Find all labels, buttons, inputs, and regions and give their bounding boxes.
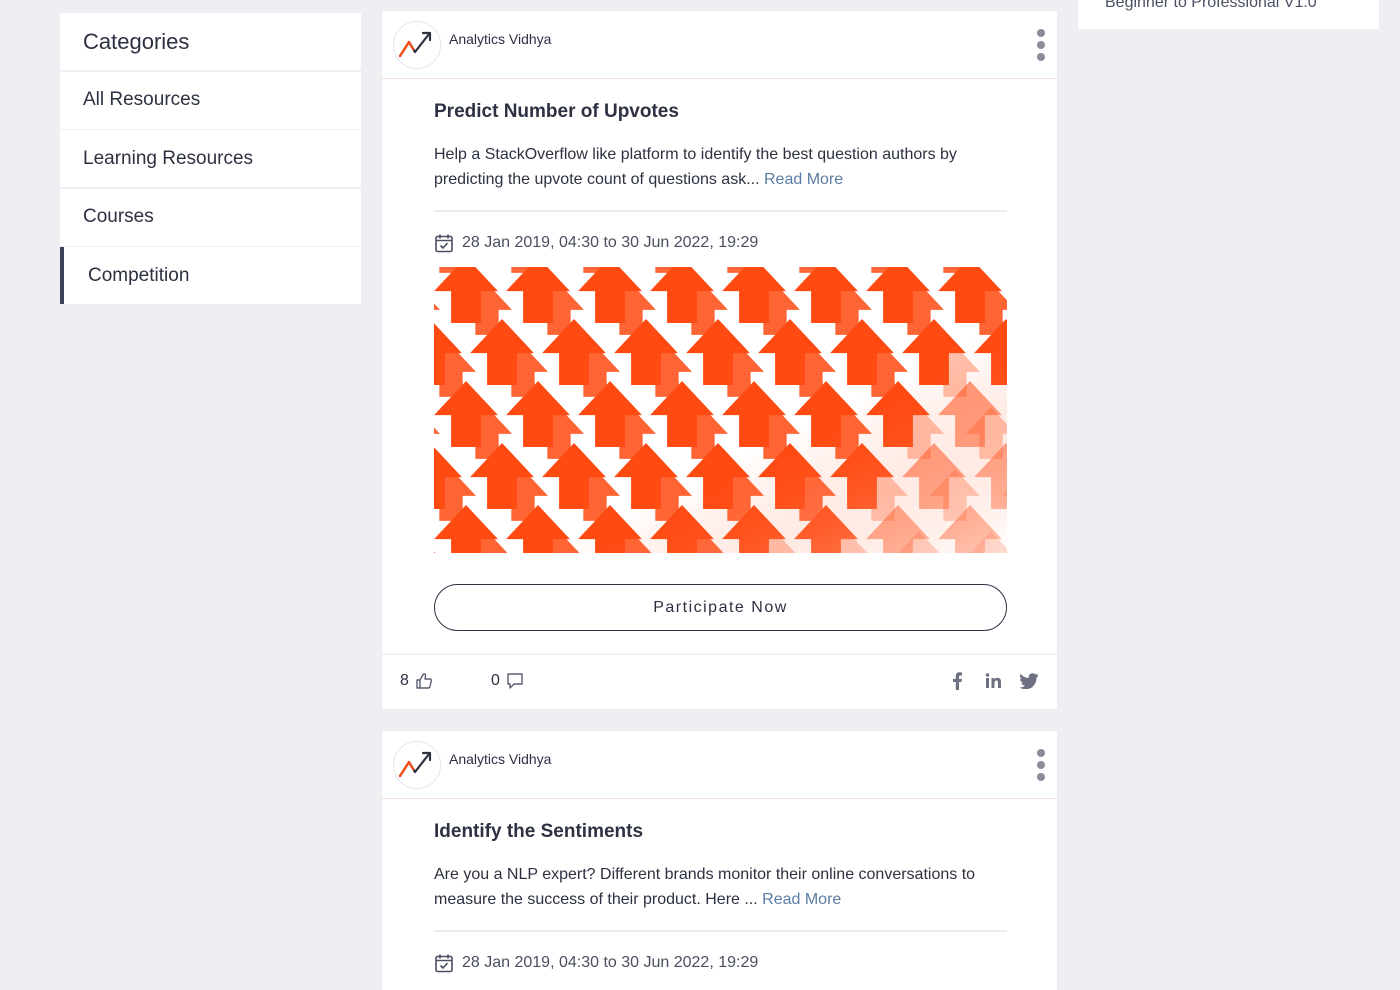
participate-now-button[interactable]: Participate Now [434, 584, 1007, 631]
course-widget[interactable]: Beginner to Professional V1.0 [1078, 0, 1379, 29]
share-buttons [947, 670, 1039, 692]
divider [434, 210, 1007, 212]
card-header: Analytics Vidhya [382, 11, 1057, 79]
card-body: Identify the Sentiments Are you a NLP ex… [382, 821, 1057, 973]
card-header: Analytics Vidhya [382, 731, 1057, 799]
course-widget-title: Beginner to Professional V1.0 [1105, 0, 1317, 11]
categories-sidebar: Categories All Resources Learning Resour… [60, 13, 361, 306]
calendar-check-icon [435, 954, 453, 973]
like-button[interactable]: 8 [400, 672, 433, 690]
date-range-text: 28 Jan 2019, 04:30 to 30 Jun 2022, 19:29 [462, 234, 759, 251]
date-range-row: 28 Jan 2019, 04:30 to 30 Jun 2022, 19:29 [434, 953, 1005, 973]
divider [434, 930, 1007, 932]
competition-card: Analytics Vidhya Identify the Sentiments… [381, 730, 1058, 990]
read-more-link[interactable]: Read More [764, 171, 843, 188]
thumbs-up-icon [416, 673, 432, 689]
linkedin-icon[interactable] [983, 670, 1003, 692]
analytics-vidhya-logo[interactable] [393, 741, 441, 789]
sidebar-item-courses[interactable]: Courses [60, 188, 361, 246]
author-name[interactable]: Analytics Vidhya [449, 751, 551, 767]
read-more-link[interactable]: Read More [762, 891, 841, 908]
comment-icon [507, 673, 523, 689]
card-body: Predict Number of Upvotes Help a StackOv… [382, 101, 1057, 631]
card-description: Help a StackOverflow like platform to id… [434, 142, 1009, 192]
sidebar-item-competition[interactable]: Competition [60, 247, 361, 304]
date-range-row: 28 Jan 2019, 04:30 to 30 Jun 2022, 19:29 [434, 233, 1005, 253]
sidebar-item-learning-resources[interactable]: Learning Resources [60, 130, 361, 187]
page: Categories All Resources Learning Resour… [0, 0, 1400, 990]
author-name[interactable]: Analytics Vidhya [449, 31, 551, 47]
calendar-check-icon [435, 234, 453, 253]
categories-heading: Categories [60, 13, 361, 70]
facebook-icon[interactable] [947, 670, 967, 692]
card-title[interactable]: Identify the Sentiments [434, 821, 1005, 843]
description-text: Help a StackOverflow like platform to id… [434, 146, 957, 188]
analytics-vidhya-logo[interactable] [393, 21, 441, 69]
card-title[interactable]: Predict Number of Upvotes [434, 101, 1005, 123]
competition-card: Analytics Vidhya Predict Number of Upvot… [381, 10, 1058, 710]
like-count: 8 [400, 672, 409, 689]
date-range-text: 28 Jan 2019, 04:30 to 30 Jun 2022, 19:29 [462, 954, 759, 971]
kebab-menu-icon[interactable] [1035, 749, 1047, 781]
description-text: Are you a NLP expert? Different brands m… [434, 866, 976, 908]
twitter-icon[interactable] [1019, 670, 1039, 692]
card-footer: 8 0 [382, 653, 1057, 709]
comment-count: 0 [491, 672, 500, 689]
comment-button[interactable]: 0 [491, 672, 524, 690]
sidebar-item-all-resources[interactable]: All Resources [60, 71, 361, 129]
competition-banner-image[interactable] [434, 267, 1007, 553]
card-description: Are you a NLP expert? Different brands m… [434, 862, 1009, 912]
kebab-menu-icon[interactable] [1035, 29, 1047, 61]
